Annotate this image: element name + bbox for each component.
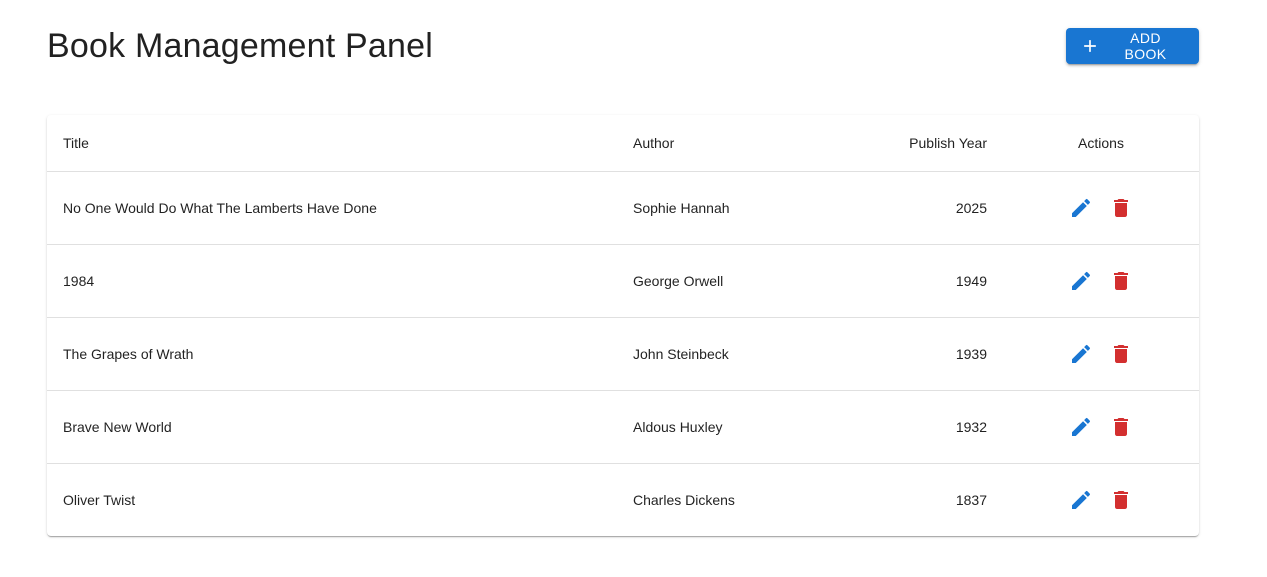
cell-title: Oliver Twist <box>63 492 136 508</box>
cell-author: Sophie Hannah <box>617 171 827 245</box>
table-header: Title Author Publish Year Actions <box>47 115 1199 172</box>
plus-icon <box>1080 36 1100 56</box>
trash-icon <box>1114 418 1128 436</box>
delete-button[interactable] <box>1101 188 1141 228</box>
table-row: No One Would Do What The Lamberts Have D… <box>47 171 1199 245</box>
edit-button[interactable] <box>1061 188 1101 228</box>
cell-title: The Grapes of Wrath <box>47 317 617 391</box>
column-header-author: Author <box>617 115 827 172</box>
table-row: 1984 George Orwell 1949 <box>47 244 1199 318</box>
cell-actions <box>1003 390 1199 464</box>
cell-actions <box>1003 317 1199 391</box>
pencil-icon <box>1072 344 1091 363</box>
books-table: Title Author Publish Year Actions No One… <box>47 115 1199 536</box>
cell-year: 2025 <box>827 171 1003 245</box>
row-actions <box>1061 261 1141 301</box>
cell-author: George Orwell <box>617 244 827 318</box>
table-row: The Grapes of Wrath John Steinbeck 1939 <box>47 317 1199 391</box>
pencil-icon <box>1072 417 1091 436</box>
trash-icon <box>1114 272 1128 290</box>
cell-year: 1837 <box>955 492 987 508</box>
trash-icon <box>1114 345 1128 363</box>
row-actions <box>1061 188 1141 228</box>
table-row: Brave New World Aldous Huxley 1932 <box>47 390 1199 464</box>
column-header-title: Title <box>47 115 617 172</box>
cell-author: Charles Dickens <box>633 492 735 508</box>
add-book-label: Add Book <box>1124 30 1167 62</box>
pencil-icon <box>1072 198 1091 217</box>
cell-year: 1939 <box>827 317 1003 391</box>
pencil-icon <box>1072 271 1091 290</box>
page: Book Management Panel Add Book Title Aut… <box>0 0 1267 577</box>
cell-title: Brave New World <box>47 390 617 464</box>
cell-actions <box>1003 464 1199 537</box>
cell-actions <box>1003 244 1199 318</box>
column-header-year: Publish Year <box>827 115 1003 172</box>
delete-button[interactable] <box>1101 261 1141 301</box>
edit-button[interactable] <box>1061 407 1101 447</box>
table-row: Oliver Twist Charles Dickens 1837 <box>47 464 1199 537</box>
table-body: No One Would Do What The Lamberts Have D… <box>47 171 1199 537</box>
add-book-button[interactable]: Add Book <box>1066 28 1199 64</box>
row-actions <box>1061 407 1141 447</box>
cell-author: Aldous Huxley <box>617 390 827 464</box>
delete-button[interactable] <box>1101 407 1141 447</box>
cell-title: No One Would Do What The Lamberts Have D… <box>47 171 617 245</box>
edit-button[interactable] <box>1061 480 1101 520</box>
table-header-row: Title Author Publish Year Actions <box>47 115 1199 172</box>
cell-title: 1984 <box>47 244 617 318</box>
page-title: Book Management Panel <box>47 27 434 65</box>
cell-year: 1949 <box>827 244 1003 318</box>
books-table-card: Title Author Publish Year Actions No One… <box>47 115 1199 536</box>
edit-button[interactable] <box>1061 334 1101 374</box>
cell-author: John Steinbeck <box>617 317 827 391</box>
column-header-actions: Actions <box>1003 115 1199 172</box>
cell-year: 1932 <box>827 390 1003 464</box>
cell-actions <box>1003 171 1199 245</box>
row-actions <box>1061 480 1141 520</box>
trash-icon <box>1114 199 1128 217</box>
pencil-icon <box>1072 490 1091 509</box>
trash-icon <box>1114 491 1128 509</box>
edit-button[interactable] <box>1061 261 1101 301</box>
delete-button[interactable] <box>1101 480 1141 520</box>
row-actions <box>1061 334 1141 374</box>
header: Book Management Panel Add Book <box>47 24 1199 68</box>
delete-button[interactable] <box>1101 334 1141 374</box>
